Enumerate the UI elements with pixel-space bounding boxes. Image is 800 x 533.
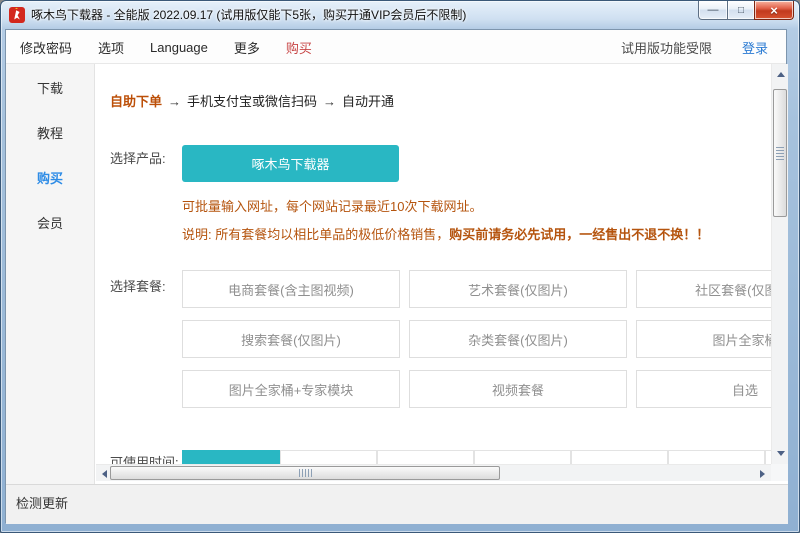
package-button-misc[interactable]: 杂类套餐(仅图片) — [409, 320, 627, 358]
menu-item-more[interactable]: 更多 — [234, 38, 260, 57]
product-button-woodpecker[interactable]: 啄木鸟下载器 — [182, 145, 399, 182]
menu-item-language[interactable]: Language — [150, 40, 208, 55]
maximize-icon: □ — [738, 5, 744, 16]
order-steps: 自助下单→手机支付宝或微信扫码→自动开通 — [110, 91, 394, 110]
trial-status-label: 试用版功能受限 — [621, 38, 712, 57]
package-button-search[interactable]: 搜索套餐(仅图片) — [182, 320, 400, 358]
package-button-art[interactable]: 艺术套餐(仅图片) — [409, 270, 627, 308]
window-titlebar[interactable]: 啄木鸟下载器 - 全能版 2022.09.17 (试用版仅能下5张，购买开通VI… — [1, 1, 799, 29]
scroll-right-icon — [760, 470, 765, 478]
package-label: 选择套餐: — [110, 276, 166, 295]
step-auto-activate: 自动开通 — [342, 94, 394, 109]
menu-items: 修改密码 选项 Language 更多 购买 — [20, 30, 312, 64]
sidebar-nav: 下载 教程 购买 会员 — [6, 64, 95, 484]
menu-right: 试用版功能受限 登录 — [621, 30, 768, 64]
scroll-down-button[interactable] — [772, 445, 789, 462]
login-link[interactable]: 登录 — [742, 38, 768, 57]
minimize-icon: — — [708, 4, 719, 16]
package-button-image-bundle-expert[interactable]: 图片全家桶+专家模块 — [182, 370, 400, 408]
sidebar-item-tutorial[interactable]: 教程 — [6, 111, 94, 156]
scroll-down-icon — [777, 451, 785, 456]
window-controls: — □ × — [699, 1, 794, 20]
arrow-icon: → — [317, 94, 342, 109]
status-bar: 检测更新 — [6, 484, 788, 524]
horizontal-scrollbar[interactable] — [96, 464, 771, 481]
check-update-link[interactable]: 检测更新 — [16, 485, 68, 525]
sidebar-item-member[interactable]: 会员 — [6, 201, 94, 246]
scrollbar-grip-icon — [776, 147, 784, 160]
vertical-scrollbar-thumb[interactable] — [773, 89, 787, 217]
scrollbar-corner — [771, 464, 788, 481]
disclaimer-note: 说明: 所有套餐均以相比单品的极低价格销售，购买前请务必先试用，一经售出不退不换… — [182, 224, 709, 243]
window-title: 啄木鸟下载器 - 全能版 2022.09.17 (试用版仅能下5张，购买开通VI… — [31, 1, 466, 29]
maximize-button[interactable]: □ — [727, 1, 755, 20]
menu-item-buy[interactable]: 购买 — [286, 38, 312, 57]
menu-item-options[interactable]: 选项 — [98, 38, 124, 57]
package-button-video[interactable]: 视频套餐 — [409, 370, 627, 408]
close-icon: × — [770, 3, 778, 18]
arrow-icon: → — [162, 94, 187, 109]
batch-note: 可批量输入网址，每个网站记录最近10次下载网址。 — [182, 196, 482, 215]
package-button-custom[interactable]: 自选 — [636, 370, 771, 408]
scroll-up-button[interactable] — [772, 66, 789, 83]
package-button-ecommerce[interactable]: 电商套餐(含主图视频) — [182, 270, 400, 308]
menu-bar: 修改密码 选项 Language 更多 购买 试用版功能受限 登录 — [6, 30, 786, 64]
close-button[interactable]: × — [754, 1, 794, 20]
scroll-left-icon — [102, 470, 107, 478]
menu-item-change-password[interactable]: 修改密码 — [20, 38, 72, 57]
package-grid: 电商套餐(含主图视频) 艺术套餐(仅图片) 社区套餐(仅图片) 搜索套餐(仅图片… — [182, 270, 771, 408]
package-button-image-bundle[interactable]: 图片全家桶 — [636, 320, 771, 358]
minimize-button[interactable]: — — [698, 1, 728, 20]
vertical-scrollbar[interactable] — [771, 64, 788, 464]
client-area: 修改密码 选项 Language 更多 购买 试用版功能受限 登录 下载 教程 … — [5, 29, 787, 523]
sidebar-item-download[interactable]: 下载 — [6, 66, 94, 111]
product-label: 选择产品: — [110, 148, 166, 167]
step-self-order: 自助下单 — [110, 94, 162, 109]
disclaimer-normal: 说明: 所有套餐均以相比单品的极低价格销售， — [182, 227, 449, 242]
sidebar-item-buy[interactable]: 购买 — [6, 156, 94, 201]
app-window: 啄木鸟下载器 - 全能版 2022.09.17 (试用版仅能下5张，购买开通VI… — [0, 0, 800, 533]
work-area: 下载 教程 购买 会员 自助下单→手机支付宝或微信扫码→自动开通 选择产品: 啄… — [6, 64, 788, 484]
disclaimer-bold: 购买前请务必先试用，一经售出不退不换！！ — [449, 227, 709, 242]
step-scan-pay: 手机支付宝或微信扫码 — [187, 94, 317, 109]
scrollbar-grip-icon — [299, 469, 312, 477]
scroll-up-icon — [777, 72, 785, 77]
package-button-community[interactable]: 社区套餐(仅图片) — [636, 270, 771, 308]
horizontal-scrollbar-thumb[interactable] — [110, 466, 500, 480]
purchase-panel: 自助下单→手机支付宝或微信扫码→自动开通 选择产品: 啄木鸟下载器 可批量输入网… — [96, 64, 771, 484]
scroll-right-button[interactable] — [754, 465, 771, 482]
app-icon — [9, 7, 25, 23]
